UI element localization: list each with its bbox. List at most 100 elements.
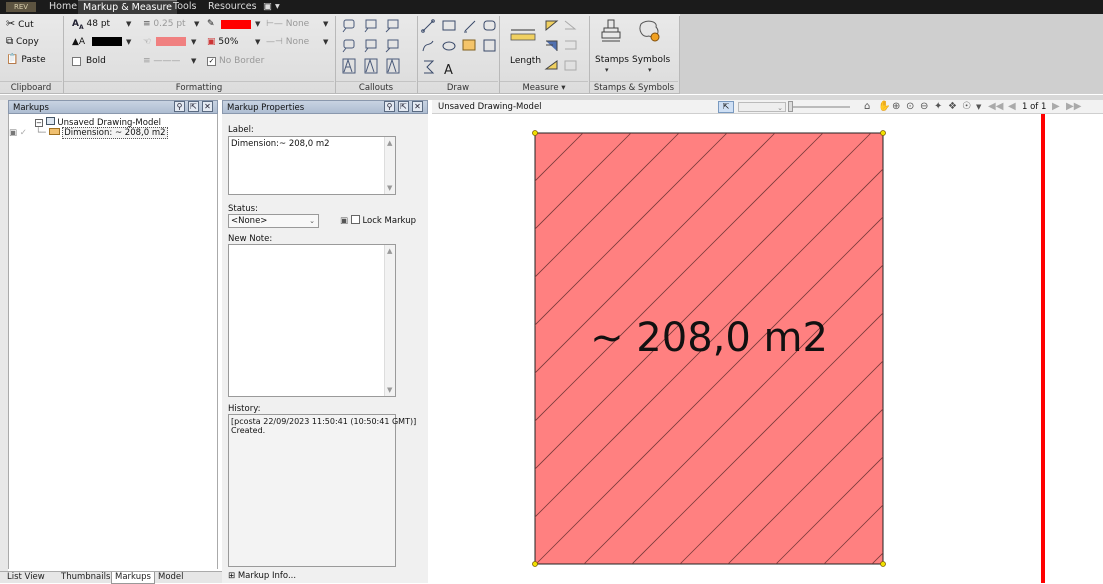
check-icon: ✓: [19, 128, 27, 138]
collapse-icon[interactable]: −: [35, 119, 43, 127]
look-icon[interactable]: ❖: [948, 101, 957, 113]
chevron-down-icon[interactable]: ▾: [648, 66, 652, 74]
chevron-down-icon[interactable]: ▼: [323, 20, 328, 28]
label-textarea[interactable]: Dimension:~ 208,0 m2 ▲ ▼: [228, 136, 396, 195]
paste-button[interactable]: 📋 Paste: [6, 54, 46, 66]
drawing-icon: [45, 117, 55, 125]
drawing-svg[interactable]: ~ 208,0 m2: [432, 114, 1103, 583]
last-page-icon[interactable]: ▶▶: [1066, 101, 1081, 113]
fill-color-swatch[interactable]: [156, 37, 186, 46]
history-line: [pcosta 22/09/2023 11:50:41 (10:50:41 GM…: [231, 417, 417, 426]
auto-hide-icon[interactable]: ⇱: [398, 101, 409, 112]
chevron-down-icon[interactable]: ▼: [976, 101, 981, 113]
chevron-down-icon[interactable]: ▾: [605, 66, 609, 74]
home-icon[interactable]: ⌂: [864, 101, 870, 113]
walk-icon[interactable]: ☉: [962, 101, 971, 113]
markups-pane-title: Markups: [13, 103, 49, 113]
select-tool-button[interactable]: ⇱: [718, 101, 734, 113]
markups-pane-header: Markups: [8, 100, 218, 114]
history-line: Created.: [231, 426, 266, 435]
next-page-icon[interactable]: ▶: [1052, 101, 1060, 113]
chevron-down-icon[interactable]: ▼: [323, 38, 328, 46]
copy-button[interactable]: ⧉ Copy: [6, 36, 39, 48]
font-size-select[interactable]: AA 48 pt: [72, 18, 110, 34]
line-color-icon[interactable]: ✎: [207, 18, 215, 30]
line-weight-icon: ≡: [143, 19, 151, 29]
first-page-icon[interactable]: ◀◀: [988, 101, 1003, 113]
tab-list-view[interactable]: List View: [4, 572, 48, 584]
vertex-handle[interactable]: [880, 561, 886, 567]
new-note-textarea[interactable]: ▲ ▼: [228, 244, 396, 397]
chevron-down-icon[interactable]: ▼: [126, 38, 131, 46]
pan-icon[interactable]: ✋: [878, 101, 890, 113]
zoom-select[interactable]: ⌄: [738, 102, 786, 112]
zoom-window-icon[interactable]: ⊙: [906, 101, 914, 113]
lock-markup-checkbox[interactable]: ▣ Lock Markup: [340, 215, 416, 226]
bold-checkbox[interactable]: [72, 57, 81, 66]
svg-text:A: A: [444, 63, 453, 78]
left-gutter: [0, 100, 8, 571]
text-color-swatch[interactable]: [92, 37, 122, 46]
chevron-down-icon[interactable]: ▼: [191, 57, 196, 65]
no-border-label: No Border: [219, 56, 265, 66]
tab-markup-measure[interactable]: Markup & Measure: [78, 0, 178, 14]
zoom-out-icon[interactable]: ⊖: [920, 101, 928, 113]
bold-label: Bold: [86, 56, 106, 66]
callout-tools-icons[interactable]: [340, 17, 420, 79]
markup-info-toggle[interactable]: ⊞ Markup Info...: [228, 571, 296, 581]
chevron-down-icon[interactable]: ▼: [126, 20, 131, 28]
tab-resources[interactable]: Resources: [203, 0, 262, 14]
tab-markups[interactable]: Markups: [111, 572, 155, 584]
tree-child-row[interactable]: ▣ ✓ └─ Dimension: ~ 208,0 m2: [9, 127, 168, 139]
close-icon[interactable]: ✕: [202, 101, 213, 112]
tab-tools[interactable]: Tools: [168, 0, 201, 14]
zoom-in-icon[interactable]: ⊕: [892, 101, 900, 113]
measure-tools-icons[interactable]: [543, 17, 583, 79]
transparency-select[interactable]: ▣ 50%: [207, 36, 238, 48]
tab-thumbnails[interactable]: Thumbnails: [58, 572, 113, 584]
drawing-canvas[interactable]: ~ 208,0 m2: [432, 114, 1103, 583]
app-logo: REV: [6, 2, 36, 12]
previous-page-icon[interactable]: ◀: [1008, 101, 1016, 113]
tab-model[interactable]: Model: [155, 572, 187, 584]
slider-thumb[interactable]: [788, 101, 793, 112]
chevron-down-icon[interactable]: ▼: [194, 20, 199, 28]
symbols-button[interactable]: Symbols: [632, 54, 670, 66]
length-button[interactable]: Length: [510, 55, 541, 67]
close-icon[interactable]: ✕: [412, 101, 423, 112]
chevron-down-icon: ⌄: [777, 104, 783, 112]
stamps-button[interactable]: Stamps: [595, 54, 629, 66]
arrow-end-select[interactable]: —⊣ None: [266, 36, 309, 48]
chevron-down-icon[interactable]: ▼: [255, 20, 260, 28]
fill-color-icon[interactable]: ☜: [143, 36, 151, 48]
pin-icon[interactable]: ⚲: [174, 101, 185, 112]
area-dimension-label[interactable]: ~ 208,0 m2: [590, 315, 828, 361]
orbit-icon[interactable]: ✦: [934, 101, 942, 113]
no-border-checkbox[interactable]: ✓: [207, 57, 216, 66]
title-bar: REV Home Markup & Measure Tools Resource…: [0, 0, 1103, 14]
page-indicator: 1 of 1: [1022, 102, 1047, 112]
scrollbar[interactable]: ▲ ▼: [384, 137, 395, 194]
tab-home[interactable]: Home: [44, 0, 82, 14]
vertex-handle[interactable]: [532, 130, 538, 136]
lock-icon: ▣: [9, 128, 18, 138]
auto-hide-icon[interactable]: ⇱: [188, 101, 199, 112]
arrow-start-select[interactable]: ⊢— None: [266, 18, 309, 30]
vertex-handle[interactable]: [532, 561, 538, 567]
checkbox-box[interactable]: [350, 215, 360, 224]
text-color-icon[interactable]: ▲A: [72, 36, 85, 48]
draw-tools-icons[interactable]: A: [420, 17, 500, 79]
status-select[interactable]: <None> ⌄: [228, 214, 319, 228]
vertex-handle[interactable]: [880, 130, 886, 136]
chevron-down-icon[interactable]: ▼: [191, 38, 196, 46]
cut-button[interactable]: ✂ Cut: [6, 18, 34, 31]
chevron-down-icon[interactable]: ▼: [255, 38, 260, 46]
zoom-slider[interactable]: [790, 106, 850, 108]
ribbon: ✂ Cut ⧉ Copy 📋 Paste Clipboard AA 48 pt …: [0, 14, 1103, 94]
scrollbar[interactable]: ▲ ▼: [384, 245, 395, 396]
pin-icon[interactable]: ⚲: [384, 101, 395, 112]
line-style-select[interactable]: ≡ ———: [143, 55, 180, 67]
line-color-swatch[interactable]: [221, 20, 251, 29]
quick-access-menu[interactable]: ▣ ▾: [258, 0, 285, 14]
line-weight-select[interactable]: ≡ 0.25 pt: [143, 18, 186, 30]
